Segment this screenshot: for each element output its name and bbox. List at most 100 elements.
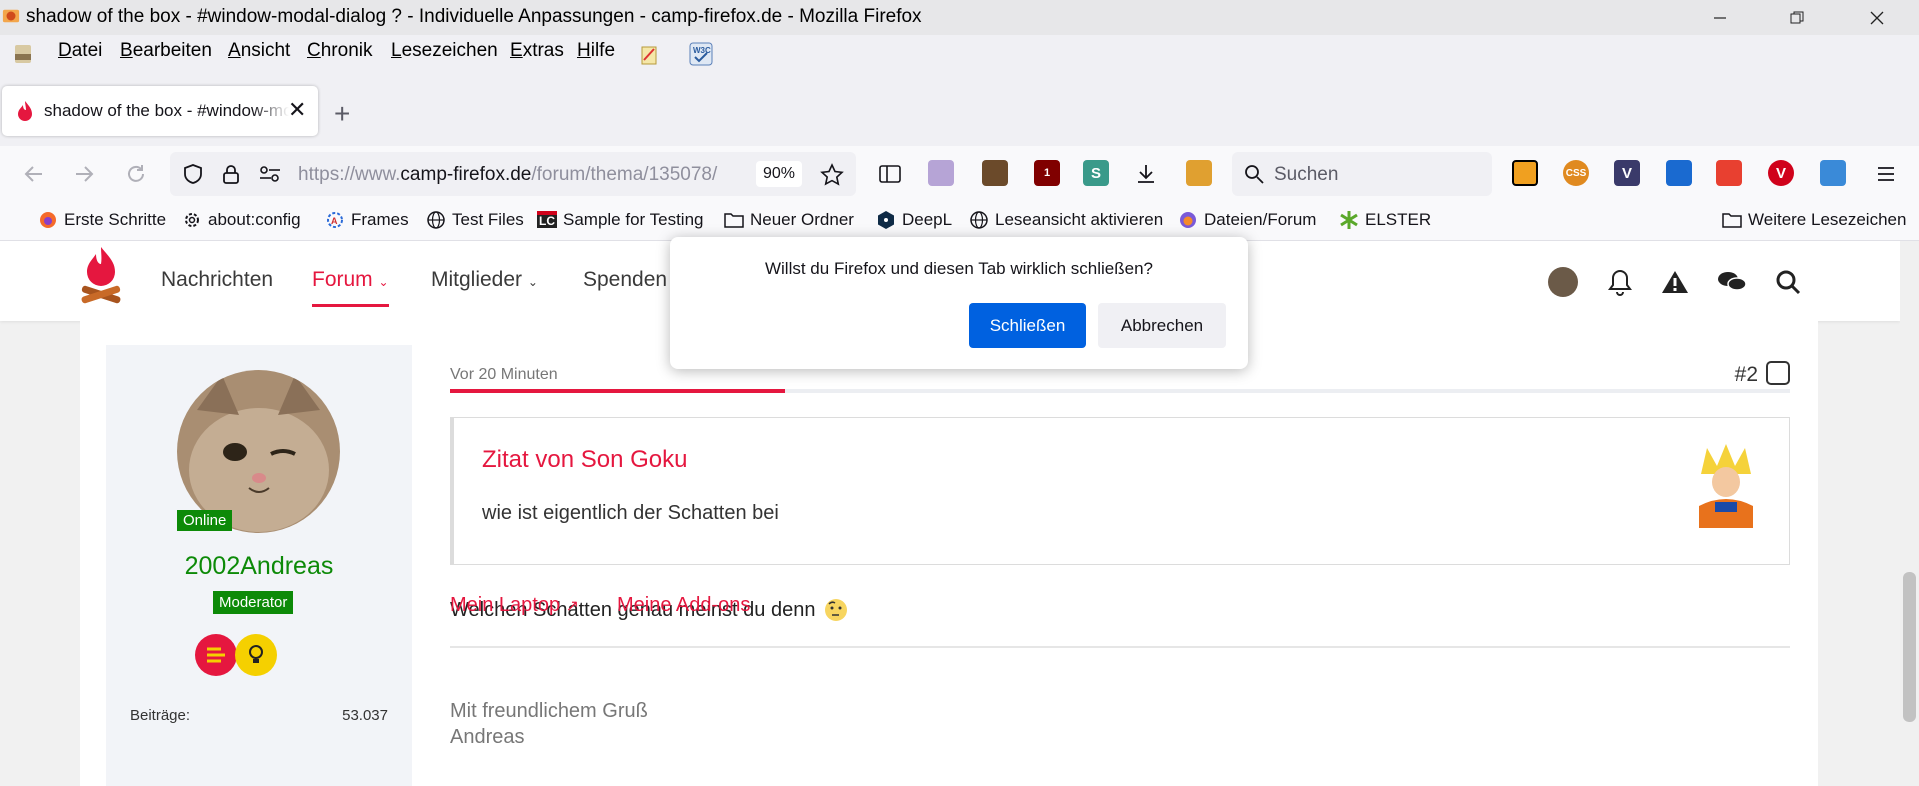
bookmark-neuer-ordner[interactable]: Neuer Ordner [724,210,854,230]
bookmark-star-icon[interactable] [820,163,844,187]
forward-button[interactable] [66,156,102,192]
calendar-extension-icon[interactable] [1186,160,1212,186]
window-title: shadow of the box - #window-modal-dialog… [26,6,922,27]
chevron-down-icon: ⌄ [527,275,538,289]
vivaldi-icon[interactable]: V [1768,160,1794,186]
url-bar[interactable]: https://www.camp-firefox.de/forum/thema/… [170,152,856,196]
menu-hilfe[interactable]: Hilfe [577,40,615,62]
forward-arrow-icon [76,166,94,182]
menu-ansicht[interactable]: Ansicht [228,40,290,62]
download-icon [1138,165,1154,183]
bookmark-frames[interactable]: A Frames [325,210,409,230]
bitwarden-icon[interactable] [1666,160,1692,186]
camp-firefox-logo[interactable] [78,245,124,309]
tab-manager-extension-icon[interactable] [928,160,954,186]
svg-text:A: A [331,216,338,226]
w3c-validator-icon[interactable]: W3C [688,41,714,67]
posts-label: Beiträge: [130,707,191,724]
warning-icon[interactable] [1660,267,1690,297]
css-viewer-icon[interactable]: CSS [1563,160,1589,186]
post-container: Online 2002Andreas Moderator Beiträge: 5… [80,321,1818,786]
maximize-button[interactable] [1768,0,1826,35]
ublock-icon[interactable]: 1 [1034,160,1060,186]
external-link-icon: ↗ [565,598,580,615]
lock-icon[interactable] [220,163,242,185]
zip-icon[interactable] [12,43,34,65]
deepl-icon [876,210,896,230]
close-confirmation-dialog: Willst du Firefox und diesen Tab wirklic… [670,237,1248,369]
back-arrow-icon [24,166,42,182]
tab-active[interactable]: shadow of the box - #window-modal-dialog… [2,86,318,136]
bookmark-elster[interactable]: ELSTER [1339,210,1431,230]
post-timestamp[interactable]: Vor 20 Minuten [450,366,558,384]
shield-icon[interactable] [182,163,204,185]
sidebar-icon [879,165,901,183]
cancel-button[interactable]: Abbrechen [1098,303,1226,348]
search-bar[interactable]: Suchen [1232,152,1492,196]
tab-close-icon[interactable]: ✕ [288,97,306,123]
bookmark-erste-schritte[interactable]: Erste Schritte [38,210,166,230]
sync-extension-icon[interactable] [1820,160,1846,186]
bookmark-about-config[interactable]: about:config [182,210,301,230]
page-scrollbar[interactable] [1900,241,1919,786]
tab-title: shadow of the box - #window-modal-dialog… [44,101,289,120]
elster-icon [1339,210,1359,230]
zoom-indicator[interactable]: 90% [756,161,802,187]
nav-forum[interactable]: Forum ⌄ [312,268,389,307]
stylus-icon[interactable]: S [1083,160,1109,186]
trophy-bulb-icon[interactable] [235,634,277,676]
screenshot-extension-icon[interactable] [1716,160,1742,186]
quote-title[interactable]: Zitat von Son Goku [482,446,687,474]
menu-chronik[interactable]: Chronik [307,40,372,62]
link-meine-addons[interactable]: Meine Add-ons [617,594,750,617]
post-body: Vor 20 Minuten #2 Zitat von Son Goku wie… [450,321,1790,786]
quote-author-avatar[interactable] [1693,444,1759,528]
minimize-button[interactable] [1691,0,1749,35]
online-badge: Online [177,510,233,531]
avatar[interactable] [177,370,340,533]
trophy-list-icon[interactable] [195,634,237,676]
bookmark-weitere-lesezeichen[interactable]: Weitere Lesezeichen [1722,210,1906,230]
nav-nachrichten[interactable]: Nachrichten [161,268,273,292]
menu-extras[interactable]: Extras [510,40,564,62]
permissions-icon[interactable] [258,163,282,185]
sidebar-button[interactable] [872,156,908,192]
conversations-icon[interactable] [1717,267,1747,297]
menu-lesezeichen[interactable]: Lesezeichen [391,40,498,62]
user-avatar-small[interactable] [1548,267,1578,297]
user-avatar-extension-icon[interactable] [982,160,1008,186]
bell-icon[interactable] [1605,267,1635,297]
url-text[interactable]: https://www.camp-firefox.de/forum/thema/… [298,164,750,186]
menu-datei[interactable]: Datei [58,40,102,62]
confirm-close-button[interactable]: Schließen [969,303,1086,348]
bookmark-dateien-forum[interactable]: Dateien/Forum [1178,210,1316,230]
nav-spenden[interactable]: Spenden [583,268,667,292]
bookmark-leseansicht[interactable]: Leseansicht aktivieren [969,210,1163,230]
close-window-button[interactable] [1848,0,1906,35]
menu-bearbeiten[interactable]: Bearbeiten [120,40,212,62]
notepad-icon[interactable] [638,44,660,66]
app-menu-button[interactable] [1868,156,1904,192]
globe-icon [969,210,989,230]
chevron-down-icon: ⌄ [378,275,389,289]
username[interactable]: 2002Andreas [106,552,412,581]
menu-bar: Datei Bearbeiten Ansicht Chronik Lesezei… [0,35,1919,82]
new-tab-button[interactable]: + [334,98,350,130]
scrollbar-thumb[interactable] [1903,572,1916,722]
bookmark-deepl[interactable]: DeepL [876,210,952,230]
post-number[interactable]: #2 [1735,363,1758,387]
v-extension-icon[interactable]: V [1614,160,1640,186]
post-select-checkbox[interactable] [1766,361,1790,385]
search-icon [1245,165,1264,184]
reload-button[interactable] [118,156,154,192]
nav-mitglieder[interactable]: Mitglieder ⌄ [431,268,538,292]
gear-icon [182,210,202,230]
downloads-button[interactable] [1128,156,1164,192]
search-icon[interactable] [1773,267,1803,297]
back-button[interactable] [16,156,52,192]
signature-line-1: Mit freundlichem Gruß [450,700,648,722]
link-mein-laptop[interactable]: Mein Laptop ↗ [450,594,579,617]
bookmark-test-files[interactable]: Test Files [426,210,524,230]
bookmark-sample-for-testing[interactable]: LC Sample for Testing [537,210,703,230]
magnifier-extension-icon[interactable] [1512,160,1538,186]
